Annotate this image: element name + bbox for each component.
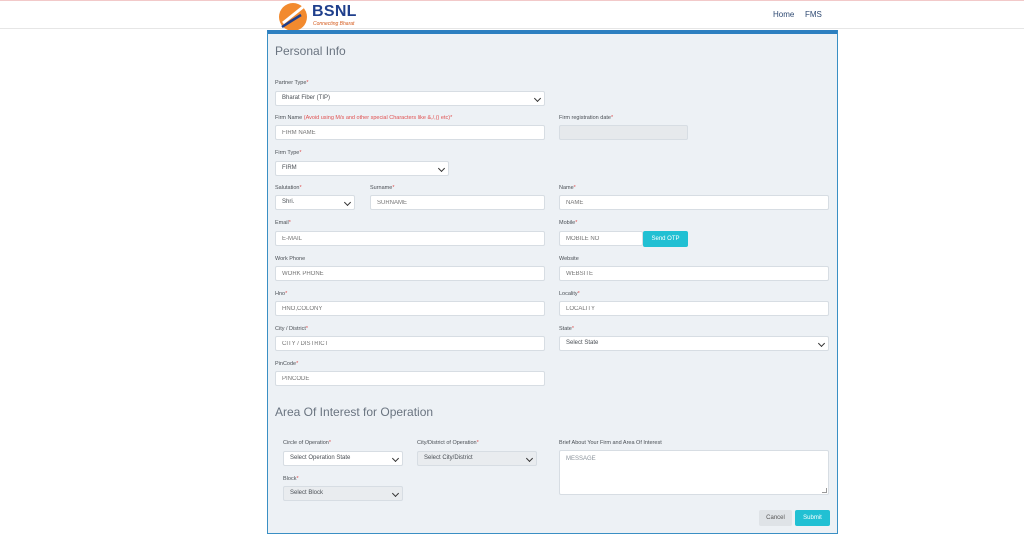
firm-name-label: Firm Name (Avoid using M/s and other spe… — [275, 115, 453, 121]
mobile-input[interactable] — [559, 231, 643, 246]
brief-textarea[interactable]: MESSAGE — [559, 450, 829, 495]
send-otp-button[interactable]: Send OTP — [643, 231, 688, 247]
chevron-down-icon — [391, 454, 400, 463]
firm-reg-date-input[interactable] — [559, 125, 688, 140]
submit-button[interactable]: Submit — [795, 510, 830, 526]
pincode-label: PinCode* — [275, 361, 299, 367]
brand-name: BSNL — [312, 3, 357, 20]
locality-input[interactable] — [559, 301, 829, 316]
work-phone-label: Work Phone — [275, 256, 306, 262]
hno-label: Hno* — [275, 291, 288, 297]
chevron-down-icon — [343, 198, 352, 207]
firm-type-select[interactable]: FIRM — [275, 161, 449, 176]
mobile-label: Mobile* — [559, 220, 578, 226]
hno-input[interactable] — [275, 301, 545, 316]
salutation-select[interactable]: Shri. — [275, 195, 355, 210]
email-input[interactable] — [275, 231, 545, 246]
firm-name-input[interactable] — [275, 125, 545, 140]
website-label: Website — [559, 256, 579, 262]
circle-select[interactable]: Select Operation State — [283, 451, 403, 466]
city-input[interactable] — [275, 336, 545, 351]
nav-home-link[interactable]: Home — [773, 10, 794, 19]
chevron-down-icon — [437, 164, 446, 173]
partner-type-select[interactable]: Bharat Fiber (TIP) — [275, 91, 545, 106]
circle-label: Circle of Operation* — [283, 440, 331, 446]
name-label: Name* — [559, 185, 576, 191]
brief-label: Brief About Your Firm and Area Of Intere… — [559, 440, 662, 446]
block-select[interactable]: Select Block — [283, 486, 403, 501]
name-input[interactable] — [559, 195, 829, 210]
city-op-select[interactable]: Select City/District — [417, 451, 537, 466]
work-phone-input[interactable] — [275, 266, 545, 281]
partner-type-label: Partner Type* — [275, 80, 309, 86]
chevron-down-icon — [391, 489, 400, 498]
cancel-button[interactable]: Cancel — [759, 510, 792, 526]
block-label: Block* — [283, 476, 299, 482]
chevron-down-icon — [817, 339, 826, 348]
logo-icon — [279, 3, 307, 31]
resize-grip-icon[interactable] — [822, 488, 827, 493]
section-title-area: Area Of Interest for Operation — [275, 405, 434, 419]
state-select[interactable]: Select State — [559, 336, 829, 351]
nav-fms-link[interactable]: FMS — [805, 10, 822, 19]
email-label: Email* — [275, 220, 291, 226]
section-title-personal: Personal Info — [275, 44, 346, 58]
chevron-down-icon — [525, 454, 534, 463]
pincode-input[interactable] — [275, 371, 545, 386]
surname-input[interactable] — [370, 195, 545, 210]
surname-label: Surname* — [370, 185, 395, 191]
city-label: City / District* — [275, 326, 309, 332]
locality-label: Locality* — [559, 291, 580, 297]
salutation-label: Salutation* — [275, 185, 302, 191]
website-input[interactable] — [559, 266, 829, 281]
firm-type-label: Firm Type* — [275, 150, 302, 156]
chevron-down-icon — [533, 94, 542, 103]
header-bar — [0, 1, 1024, 29]
firm-reg-date-label: Firm registration date* — [559, 115, 614, 121]
brand-tagline: Connecting Bharat — [313, 21, 355, 27]
bsnl-logo[interactable]: BSNL Connecting Bharat — [277, 1, 357, 31]
city-op-label: City/District of Operation* — [417, 440, 479, 446]
state-label: State* — [559, 326, 574, 332]
